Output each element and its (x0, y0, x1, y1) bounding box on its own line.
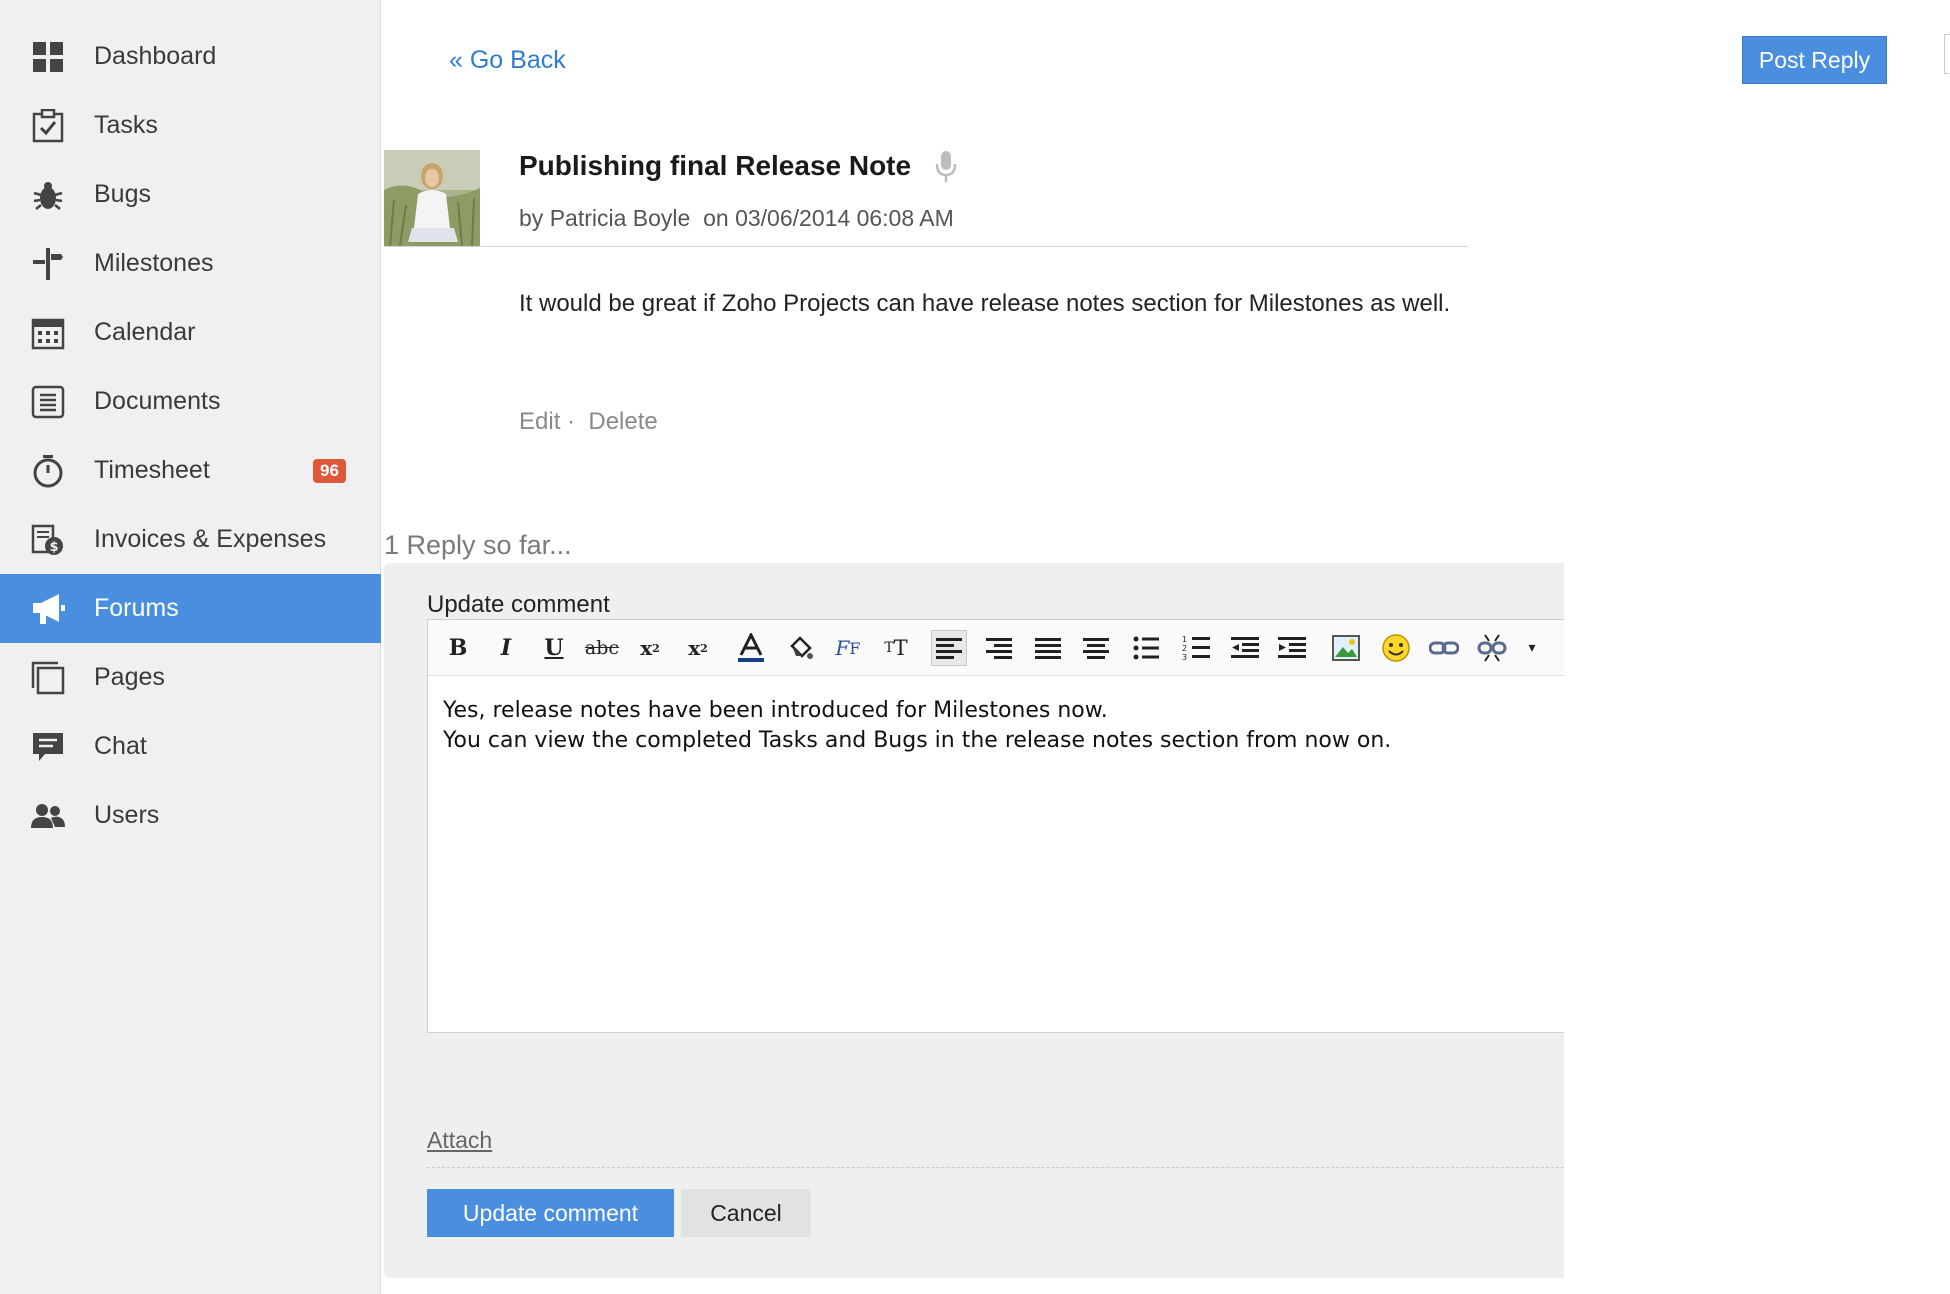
chat-icon (30, 729, 66, 765)
sidebar: Dashboard Tasks Bugs Milestones Calendar… (0, 0, 381, 1294)
font-size-icon[interactable]: TT (878, 630, 914, 666)
edit-link[interactable]: Edit (519, 408, 560, 435)
post-title: Publishing final Release Note (519, 150, 912, 181)
sidebar-item-chat[interactable]: Chat (0, 712, 381, 781)
svg-text:$: $ (49, 540, 58, 555)
sidebar-item-label: Timesheet (94, 456, 210, 484)
sidebar-item-label: Documents (94, 387, 221, 415)
unlink-icon[interactable] (1474, 630, 1510, 666)
update-comment-label: Update comment (427, 591, 610, 618)
dashboard-icon (30, 39, 66, 75)
post-author[interactable]: Patricia Boyle (550, 205, 691, 231)
action-separator: · (567, 408, 576, 435)
sidebar-item-documents[interactable]: Documents (0, 367, 381, 436)
post-actions: Edit · Delete (519, 408, 658, 436)
editor-toolbar: B I U abc x2 x2 FF TT 1 2 3 ▾ (428, 620, 1564, 676)
timesheet-count-badge: 96 (313, 459, 346, 483)
post-divider (384, 246, 1468, 247)
strikethrough-icon[interactable]: abc (584, 630, 620, 666)
sidebar-item-users[interactable]: Users (0, 781, 381, 850)
outdent-icon[interactable] (1227, 630, 1263, 666)
sidebar-item-label: Bugs (94, 180, 151, 208)
indent-icon[interactable] (1274, 630, 1310, 666)
bold-icon[interactable]: B (440, 630, 476, 666)
link-icon[interactable] (1426, 630, 1462, 666)
update-comment-button[interactable]: Update comment (427, 1189, 674, 1237)
sidebar-item-label: Dashboard (94, 42, 217, 70)
microphone-icon[interactable] (935, 150, 957, 184)
sidebar-item-invoices-expenses[interactable]: $ Invoices & Expenses (0, 505, 381, 574)
insert-image-icon[interactable] (1328, 630, 1364, 666)
svg-text:3: 3 (1182, 653, 1187, 661)
sidebar-item-calendar[interactable]: Calendar (0, 298, 381, 367)
tasks-icon (30, 108, 66, 144)
font-color-icon[interactable] (733, 630, 769, 666)
align-justify-icon[interactable] (1030, 630, 1066, 666)
on-label: on (703, 205, 729, 231)
align-left-icon[interactable] (931, 630, 967, 666)
sidebar-item-label: Chat (94, 732, 147, 760)
highlight-color-icon[interactable] (782, 630, 818, 666)
stopwatch-icon (30, 453, 66, 489)
cancel-button[interactable]: Cancel (681, 1189, 811, 1237)
sidebar-item-pages[interactable]: Pages (0, 643, 381, 712)
post-reply-button[interactable]: Post Reply (1742, 36, 1887, 84)
pages-icon (30, 660, 66, 696)
post-date: 03/06/2014 06:08 AM (735, 205, 954, 231)
form-divider (427, 1167, 1564, 1168)
more-options-chevron-icon[interactable]: ▾ (1514, 630, 1550, 666)
bug-icon (30, 177, 66, 213)
rich-text-editor: B I U abc x2 x2 FF TT 1 2 3 ▾ Yes, relea… (427, 619, 1564, 1033)
attach-link[interactable]: Attach (427, 1127, 492, 1154)
sidebar-item-label: Invoices & Expenses (94, 525, 327, 553)
documents-icon (30, 384, 66, 420)
bullet-list-icon[interactable] (1128, 630, 1164, 666)
reply-panel: Update comment B I U abc x2 x2 FF TT 1 2… (384, 563, 1564, 1278)
sidebar-item-label: Users (94, 801, 160, 829)
numbered-list-icon[interactable]: 123 (1178, 630, 1214, 666)
by-label: by (519, 205, 544, 231)
reply-count: 1 Reply so far... (384, 530, 572, 560)
sidebar-item-dashboard[interactable]: Dashboard (0, 22, 381, 91)
delete-link[interactable]: Delete (588, 408, 657, 435)
sidebar-item-bugs[interactable]: Bugs (0, 160, 381, 229)
sidebar-item-milestones[interactable]: Milestones (0, 229, 381, 298)
sidebar-item-forums[interactable]: Forums (0, 574, 381, 643)
invoice-icon: $ (30, 522, 66, 558)
align-center-icon[interactable] (1078, 630, 1114, 666)
post-meta: by Patricia Boyle on 03/06/2014 06:08 AM (519, 205, 954, 232)
superscript-icon[interactable]: x2 (680, 630, 716, 666)
font-family-icon[interactable]: FF (830, 630, 866, 666)
sidebar-item-timesheet[interactable]: Timesheet 96 (0, 436, 381, 505)
sidebar-item-label: Milestones (94, 249, 214, 277)
post-body: It would be great if Zoho Projects can h… (519, 290, 1451, 317)
sidebar-item-tasks[interactable]: Tasks (0, 91, 381, 160)
milestone-icon (30, 246, 66, 282)
megaphone-icon (30, 591, 66, 627)
scrollbar[interactable] (1944, 34, 1950, 74)
sidebar-item-label: Pages (94, 663, 165, 691)
align-right-icon[interactable] (981, 630, 1017, 666)
reply-editor-content[interactable]: Yes, release notes have been introduced … (443, 696, 1391, 756)
calendar-icon (30, 315, 66, 351)
sidebar-item-label: Tasks (94, 111, 158, 139)
svg-text:2: 2 (1182, 644, 1187, 653)
sidebar-item-label: Calendar (94, 318, 196, 346)
svg-text:1: 1 (1182, 635, 1187, 644)
subscript-icon[interactable]: x2 (632, 630, 668, 666)
smiley-icon[interactable] (1378, 630, 1414, 666)
avatar (384, 150, 480, 246)
sidebar-item-label: Forums (94, 594, 179, 622)
users-icon (30, 798, 66, 834)
underline-icon[interactable]: U (536, 630, 572, 666)
italic-icon[interactable]: I (488, 630, 524, 666)
go-back-link[interactable]: « Go Back (449, 46, 566, 75)
